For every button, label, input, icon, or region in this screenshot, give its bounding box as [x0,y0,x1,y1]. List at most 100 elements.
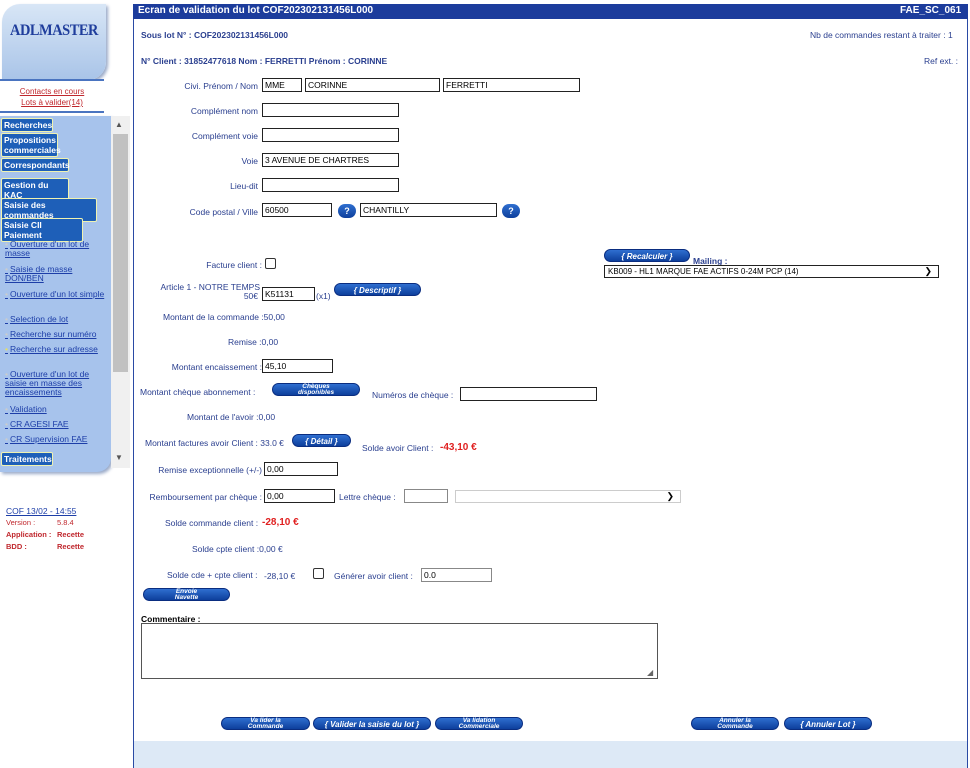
code-postal-input[interactable]: 60500 [262,203,332,217]
lieu-dit-input[interactable] [262,178,399,192]
sidebar-quick-links [0,79,104,113]
voie-label: Voie [241,156,258,166]
annuler-lot-button[interactable]: { Annuler Lot } [784,717,872,730]
montant-encaissement-input[interactable]: 45,10 [262,359,333,373]
article-code-input[interactable]: K51131 [262,287,315,301]
solde-commande-label: Solde commande client : [165,518,259,528]
sous-lot: Sous lot N° : COF202302131456L000 [141,30,289,40]
generer-avoir-label: Générer avoir client : [334,571,413,581]
civ-input[interactable]: MME [262,78,302,92]
submenu-cr-agesi-fae[interactable]: • CR AGESI FAE [5,420,109,429]
app-logo [2,4,106,80]
bullet-icon: • [5,434,8,444]
remboursement-label: Remboursement par chèque : [149,492,262,502]
contacts-en-cours-link[interactable]: Contacts en cours [0,87,104,96]
footer-bar [134,741,967,768]
bullet-icon: • [5,344,8,354]
submenu-label: CR Supervision FAE [9,434,88,444]
prenom-input[interactable]: CORINNE [305,78,440,92]
page-title: Ecran de validation du lot COF2023021314… [138,5,374,16]
factures-avoir: Montant factures avoir Client : 33.0 € [145,438,284,448]
submenu-label: Ouverture d'un lot de saisie en masse de… [5,369,90,397]
bullet-icon: • [5,419,8,429]
remise: Remise :0,00 [228,337,279,347]
version-label: Version : [6,518,36,527]
cp-help-button[interactable]: ? [338,204,356,218]
validation-commerciale-button[interactable]: Va lidation Commerciale [435,717,523,730]
numeros-cheque-label: Numéros de chèque : [372,390,454,400]
submenu-recherche-adresse[interactable]: • Recherche sur adresse [5,345,109,354]
generer-avoir-input[interactable]: 0.0 [421,568,492,582]
montant-avoir: Montant de l'avoir :0,00 [187,412,276,422]
menu-correspondants[interactable]: Correspondants [1,158,70,172]
article-qty: (x1) [316,291,331,301]
scroll-down-icon[interactable]: ▼ [115,453,123,462]
voie-input[interactable]: 3 AVENUE DE CHARTRES [262,153,399,167]
bullet-icon: • [5,289,8,299]
mailing-value: KB009 - HL1 MARQUE FAE ACTIFS 0-24M PCP … [608,267,799,276]
recalculer-button[interactable]: { Recalculer } [604,249,690,262]
remise-exceptionnelle-label: Remise exceptionnelle (+/-) [158,465,262,475]
valider-saisie-lot-button[interactable]: { Valider la saisie du lot } [313,717,431,730]
cheques-disponibles-button[interactable]: Chèques disponibles [272,383,360,396]
submenu-label: Validation [9,404,47,414]
envoie-navette-button[interactable]: Envoie Navette [143,588,230,601]
valider-commande-button[interactable]: Va lider la Commande [221,717,310,730]
submenu-label: Ouverture d'un lot simple [9,289,105,299]
nom-input[interactable]: FERRETTI [443,78,580,92]
submenu-label: Recherche sur adresse [9,344,98,354]
generer-avoir-checkbox[interactable] [313,568,324,579]
detail-button[interactable]: { Détail } [292,434,351,447]
application-label: Application : [6,530,52,539]
logo-text: ADLMASTER [10,22,98,39]
annuler-commande-button[interactable]: Annuler la Commande [691,717,779,730]
cheques-btn-line2: disponibles [297,389,335,396]
scroll-up-icon[interactable]: ▲ [115,120,123,129]
complement-voie-label: Complément voie [191,131,258,141]
sidebar-scroll-thumb[interactable] [113,134,128,372]
submenu-validation[interactable]: • Validation [5,405,109,414]
submenu-cr-supervision-fae[interactable]: • CR Supervision FAE [5,435,109,444]
submenu-label: Recherche sur numéro [9,329,97,339]
ville-help-button[interactable]: ? [502,204,520,218]
montant-commande: Montant de la commande :50,00 [163,312,285,322]
ref-ext: Ref ext. : [924,56,959,66]
numeros-cheque-input[interactable] [460,387,597,401]
submenu-ouverture-lot-masse[interactable]: • Ouverture d'un lot de masse [5,240,109,258]
envoie-line2: Navette [174,594,199,601]
remise-exceptionnelle-input[interactable]: 0,00 [264,462,338,476]
solde-commande-value: -28,10 € [262,517,299,528]
submenu-label: Saisie de masse DON/BEN [5,264,73,283]
ville-input[interactable]: CHANTILLY [360,203,497,217]
submenu-ouverture-lot-encaissements[interactable]: • Ouverture d'un lot de saisie en masse d… [5,370,109,397]
bullet-icon: • [5,329,8,339]
submenu-label: CR AGESI FAE [9,419,69,429]
menu-propositions-commerciales[interactable]: Propositions commerciales [1,133,61,157]
mailing-select[interactable]: KB009 - HL1 MARQUE FAE ACTIFS 0-24M PCP … [604,265,939,278]
commentaire-textarea[interactable] [141,623,658,679]
lots-a-valider-link[interactable]: Lots à valider(14) [0,98,104,107]
facture-client-label: Facture client : [206,260,262,270]
submenu-ouverture-lot-simple[interactable]: • Ouverture d'un lot simple [5,290,109,299]
annuler-cmd-line2: Commande [717,723,753,730]
resize-handle-icon[interactable]: ◢ [647,668,653,677]
cheque-abonnement-label: Montant chèque abonnement : [140,387,256,397]
chevron-down-icon: ❯ [666,491,674,501]
solde-avoir-value: -43,10 € [440,442,477,453]
lettre-cheque-select[interactable]: ❯ [455,490,681,503]
complement-nom-input[interactable] [262,103,399,117]
descriptif-button[interactable]: { Descriptif } [334,283,421,296]
solde-cde-cpte-label: Solde cde + cpte client : [167,570,258,580]
screen-code: FAE_SC_061 [900,5,962,16]
submenu-selection-lot[interactable]: • Selection de lot [5,315,109,324]
facture-client-checkbox[interactable] [265,258,276,269]
solde-cde-cpte-value: -28,10 € [264,571,296,581]
complement-voie-input[interactable] [262,128,399,142]
version-link[interactable]: COF 13/02 - 14:55 [6,506,76,516]
submenu-recherche-numero[interactable]: • Recherche sur numéro [5,330,109,339]
menu-recherches[interactable]: Recherches [1,118,53,132]
remboursement-input[interactable]: 0,00 [264,489,335,503]
menu-traitements[interactable]: Traitements [1,452,53,466]
lettre-cheque-input[interactable] [404,489,448,503]
submenu-saisie-masse-don-ben[interactable]: • Saisie de masse DON/BEN [5,265,109,283]
